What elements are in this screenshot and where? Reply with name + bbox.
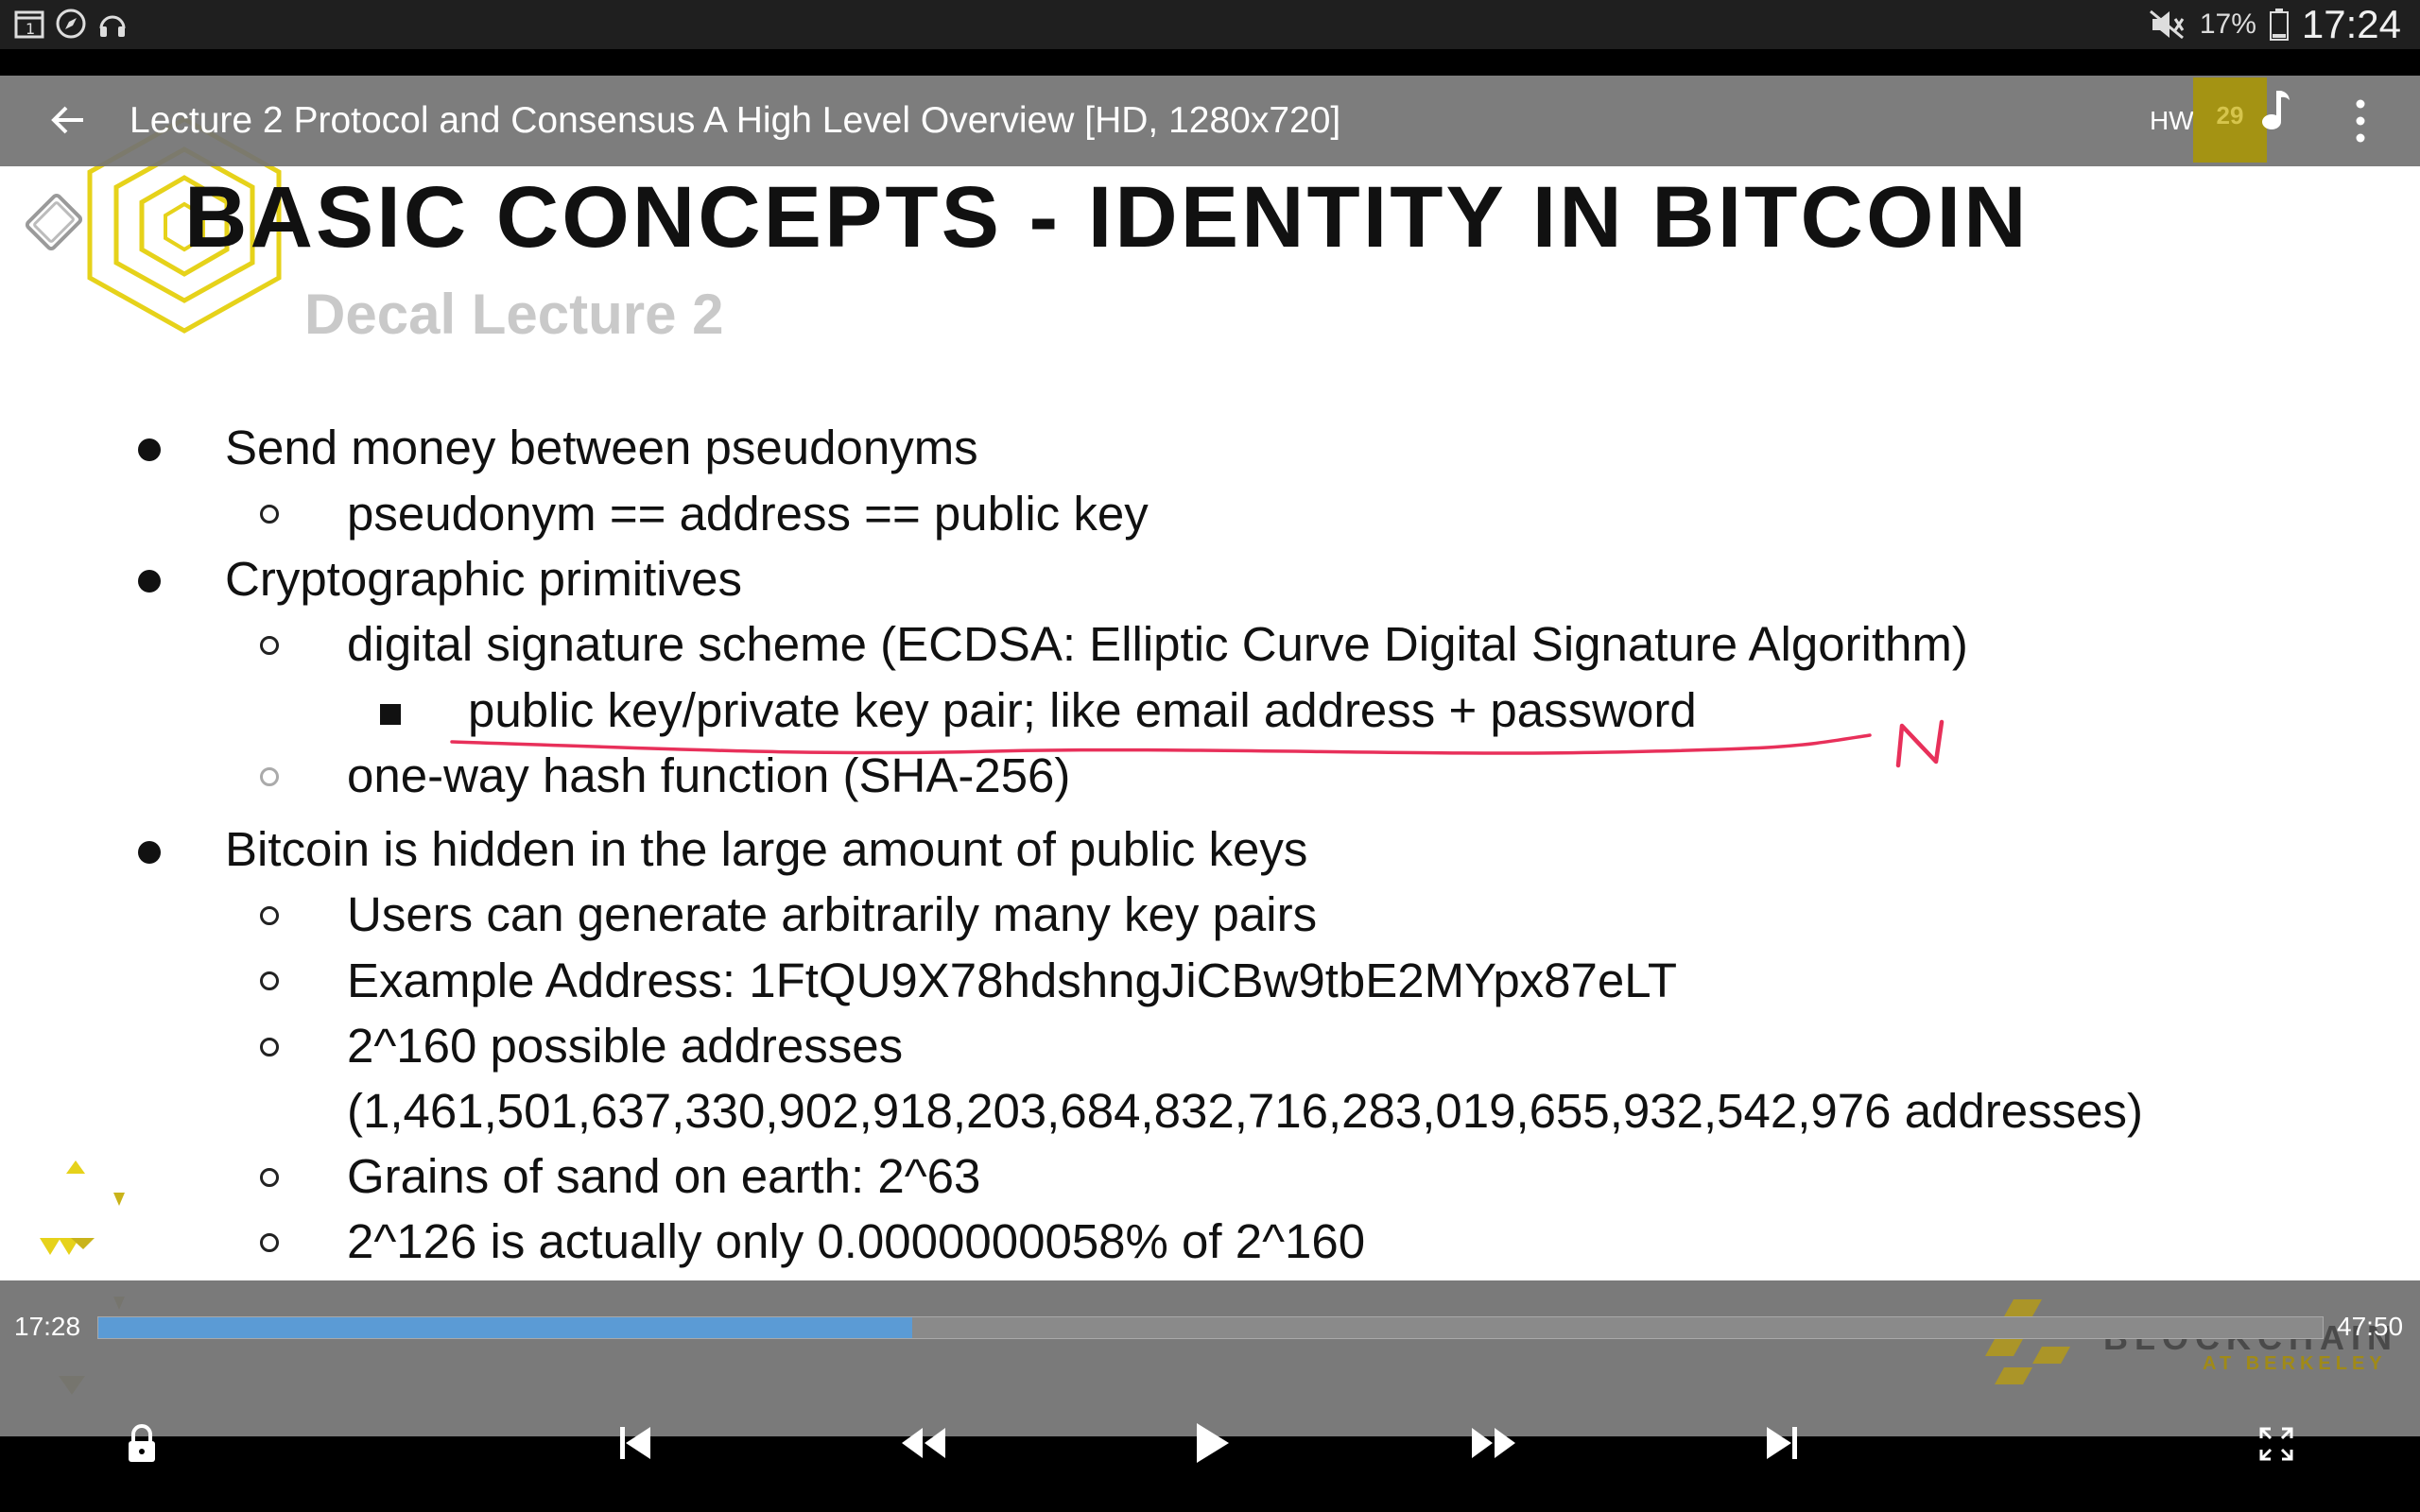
seek-bar[interactable] — [97, 1316, 2324, 1339]
back-arrow-icon[interactable] — [45, 96, 93, 144]
rotate-icon[interactable] — [21, 189, 87, 255]
player-title-bar: Lecture 2 Protocol and Consensus A High … — [0, 76, 2420, 166]
skip-previous-icon[interactable] — [616, 1423, 654, 1463]
lock-icon[interactable] — [123, 1422, 161, 1464]
skip-next-icon[interactable] — [1763, 1423, 1801, 1463]
hw-decoder-button[interactable]: HW — [2150, 76, 2194, 166]
music-note-icon[interactable] — [2257, 87, 2291, 134]
blockchain-logo-icon — [1985, 1299, 2070, 1384]
total-time: 47:50 — [2337, 1312, 2404, 1341]
play-icon[interactable] — [1193, 1419, 1231, 1467]
more-vert-icon[interactable] — [2346, 94, 2375, 147]
fullscreen-icon[interactable] — [2257, 1425, 2295, 1463]
watermark-line2: AT BERKELEY — [2203, 1353, 2387, 1374]
fast-forward-icon[interactable] — [1470, 1424, 1519, 1462]
badge-29: 29 — [2193, 77, 2267, 163]
video-title: Lecture 2 Protocol and Consensus A High … — [130, 100, 1341, 141]
elapsed-time: 17:28 — [14, 1312, 81, 1341]
seek-bar-progress — [98, 1317, 913, 1338]
rewind-icon[interactable] — [898, 1424, 947, 1462]
